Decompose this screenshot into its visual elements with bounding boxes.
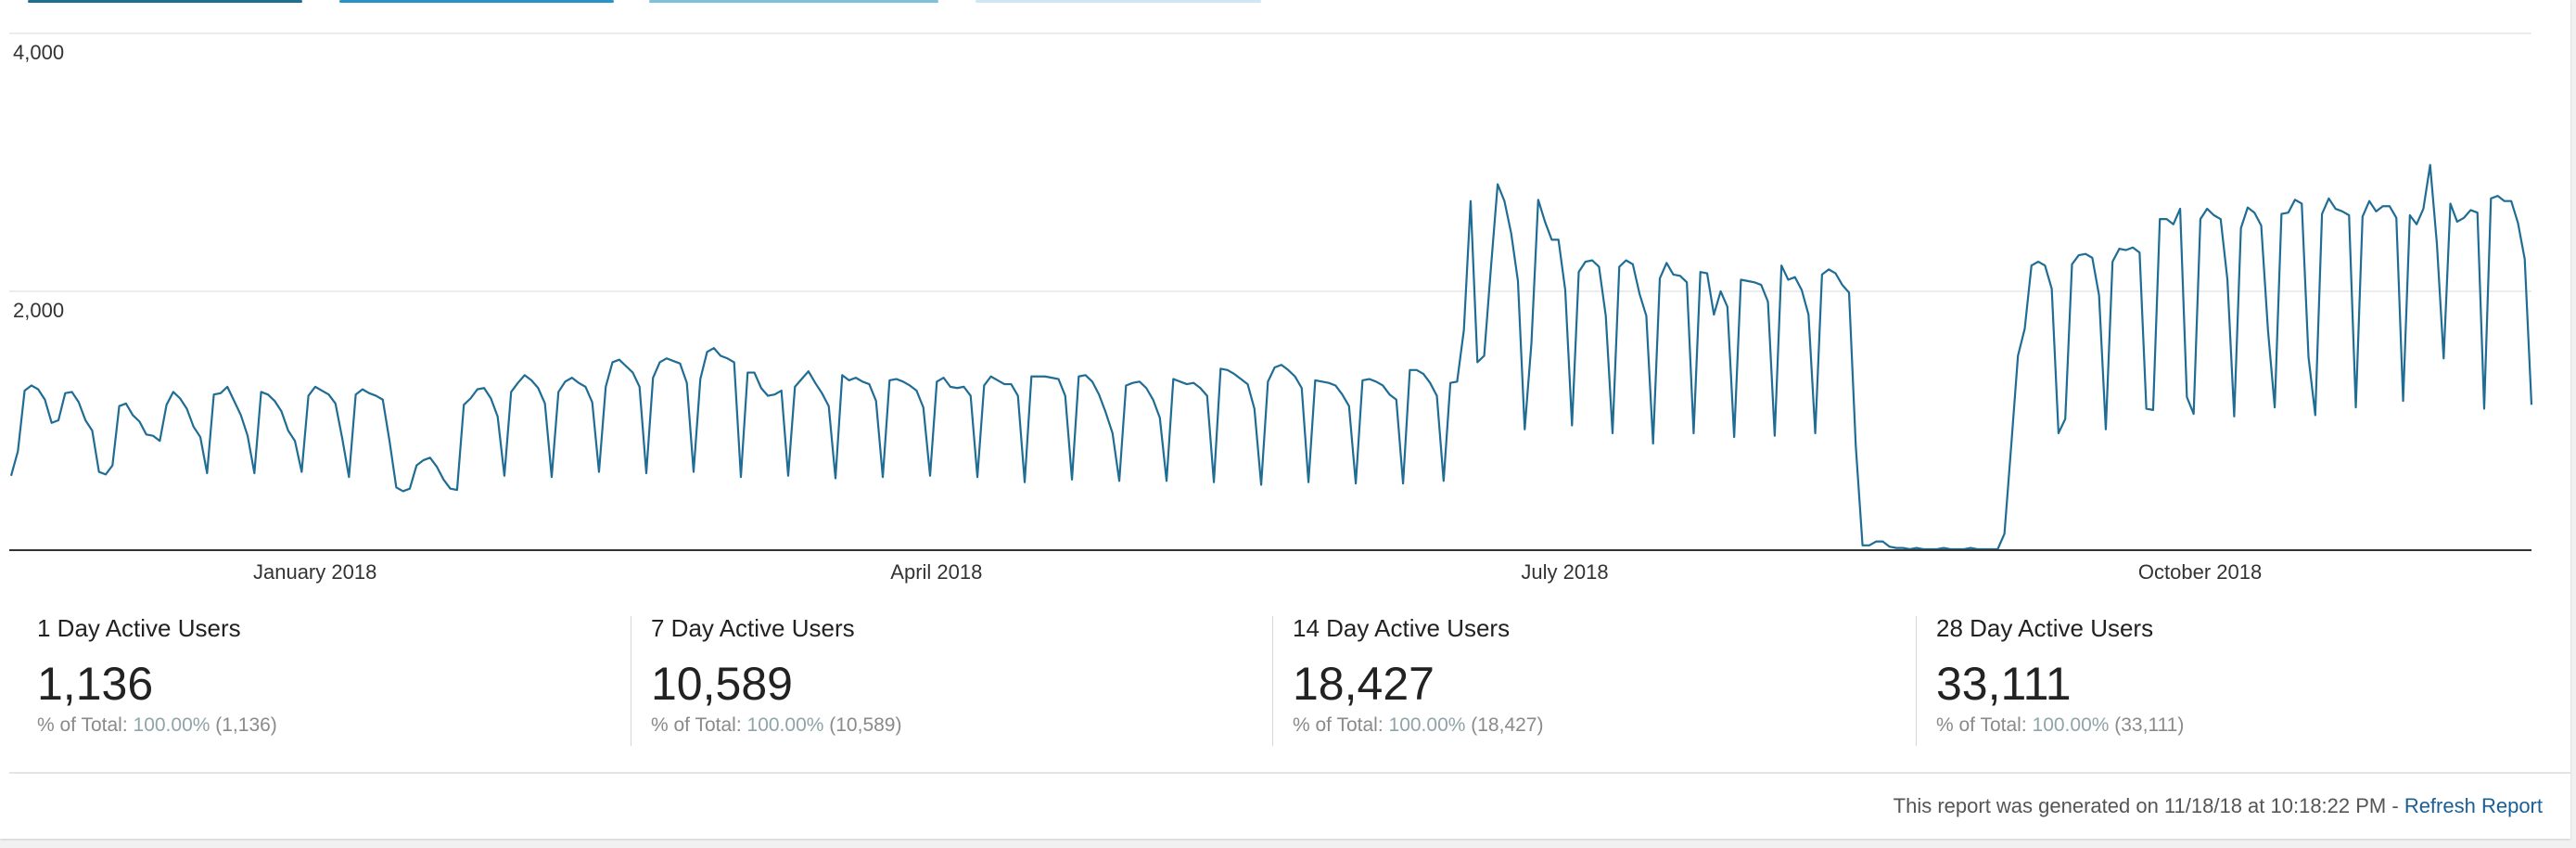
metric-sub-total: (18,427) [1465, 714, 1544, 736]
metric-title: 1 Day Active Users [37, 614, 241, 642]
metric-value: 33,111 [1936, 658, 2072, 710]
metric-sub-total: (10,589) [823, 714, 902, 736]
metric-sub-percent: 100.00% [746, 714, 824, 736]
x-tick-label: January 2018 [253, 560, 376, 584]
y-tick-label: 4,000 [13, 41, 64, 64]
metric-title: 14 Day Active Users [1293, 614, 1511, 642]
metric-percent-of-total: % of Total: 100.00% (1,136) [37, 714, 277, 737]
metric-sub-prefix: % of Total: [1293, 714, 1389, 736]
generated-timestamp-text: This report was generated on 11/18/18 at… [1893, 794, 2404, 817]
metric-percent-of-total: % of Total: 100.00% (18,427) [1293, 714, 1543, 737]
metric-sub-total: (1,136) [210, 714, 277, 736]
y-axis-tick-labels: 2,000 4,000 [13, 41, 64, 322]
x-tick-label: October 2018 [2138, 560, 2262, 584]
x-tick-label: April 2018 [890, 560, 982, 584]
metric-title: 7 Day Active Users [651, 614, 855, 642]
metric-sub-percent: 100.00% [1388, 714, 1466, 736]
metric-sub-prefix: % of Total: [37, 714, 134, 736]
y-tick-label: 2,000 [13, 299, 64, 322]
metric-sub-percent: 100.00% [133, 714, 210, 736]
metric-title: 28 Day Active Users [1936, 614, 2154, 642]
metric-sub-total: (33,111) [2109, 714, 2185, 736]
series-line [9, 163, 2533, 551]
footer-divider [9, 772, 2570, 774]
metric-value: 1,136 [37, 658, 154, 710]
report-panel: 2,000 4,000 January 2018 April 2018 July 20… [0, 0, 2570, 839]
metric-sub-percent: 100.00% [2032, 714, 2110, 736]
metric-value: 10,589 [651, 658, 793, 710]
metric-sub-prefix: % of Total: [651, 714, 747, 736]
x-tick-label: July 2018 [1521, 560, 1608, 584]
x-axis-tick-labels: January 2018 April 2018 July 2018 October 2… [253, 560, 2262, 584]
metric-separator [1916, 616, 1917, 746]
chart-gridlines [9, 32, 2531, 292]
metric-percent-of-total: % of Total: 100.00% (33,111) [1936, 714, 2184, 737]
report-footer: This report was generated on 11/18/18 at… [1894, 794, 2543, 818]
metric-value: 18,427 [1293, 658, 1435, 710]
metric-separator [1272, 616, 1273, 746]
metric-percent-of-total: % of Total: 100.00% (10,589) [651, 714, 901, 737]
refresh-report-link[interactable]: Refresh Report [2404, 794, 2543, 817]
active-users-chart: 2,000 4,000 January 2018 April 2018 July 20… [9, 32, 2533, 584]
metric-sub-prefix: % of Total: [1936, 714, 2033, 736]
metrics-row: 1 Day Active Users 1,136 % of Total: 100… [9, 603, 2531, 752]
